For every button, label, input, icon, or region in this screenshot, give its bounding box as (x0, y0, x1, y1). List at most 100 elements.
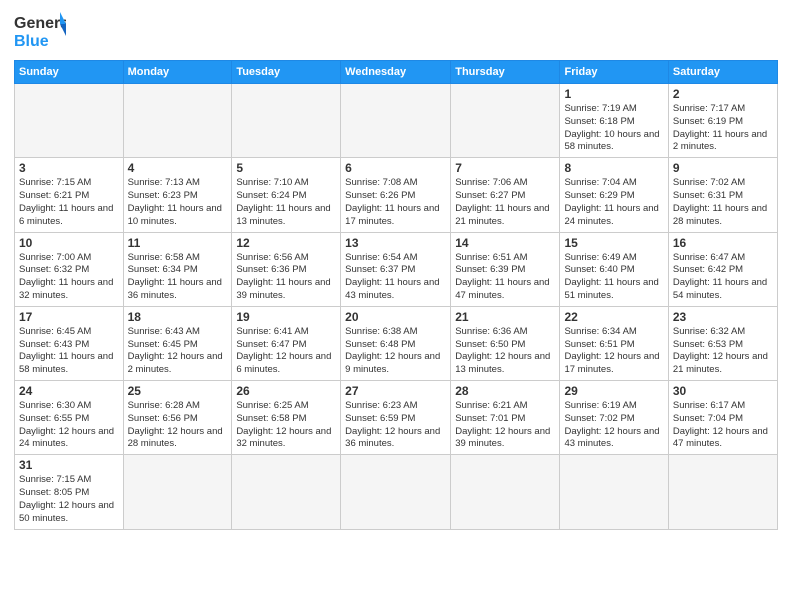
day-number: 1 (564, 87, 663, 101)
day-number: 11 (128, 236, 228, 250)
calendar-cell: 2 Sunrise: 7:17 AM Sunset: 6:19 PM Daylig… (668, 84, 777, 158)
day-info: Sunrise: 7:02 AM Sunset: 6:31 PM Dayligh… (673, 177, 773, 228)
day-number: 12 (236, 236, 336, 250)
day-info: Sunrise: 7:13 AM Sunset: 6:23 PM Dayligh… (128, 177, 228, 228)
day-info: Sunrise: 6:28 AM Sunset: 6:56 PM Dayligh… (128, 400, 228, 451)
day-number: 7 (455, 161, 555, 175)
logo-svg: General Blue (14, 10, 66, 54)
week-row-3: 10Sunrise: 7:00 AM Sunset: 6:32 PM Dayli… (15, 232, 778, 306)
day-info: Sunrise: 6:43 AM Sunset: 6:45 PM Dayligh… (128, 326, 228, 377)
week-row-4: 17 Sunrise: 6:45 AM Sunset: 6:43 PM Dayli… (15, 306, 778, 380)
calendar-cell (123, 455, 232, 529)
calendar-cell: 26Sunrise: 6:25 AM Sunset: 6:58 PM Dayli… (232, 381, 341, 455)
day-info: Sunrise: 7:04 AM Sunset: 6:29 PM Dayligh… (564, 177, 663, 228)
day-number: 29 (564, 384, 663, 398)
day-info: Sunrise: 6:38 AM Sunset: 6:48 PM Dayligh… (345, 326, 446, 377)
day-number: 27 (345, 384, 446, 398)
day-info: Sunrise: 6:56 AM Sunset: 6:36 PM Dayligh… (236, 252, 336, 303)
calendar-cell (451, 455, 560, 529)
calendar-cell: 25 Sunrise: 6:28 AM Sunset: 6:56 PM Dayli… (123, 381, 232, 455)
day-info: Sunrise: 7:08 AM Sunset: 6:26 PM Dayligh… (345, 177, 446, 228)
week-row-5: 24Sunrise: 6:30 AM Sunset: 6:55 PM Dayli… (15, 381, 778, 455)
day-number: 21 (455, 310, 555, 324)
calendar-cell (560, 455, 668, 529)
weekday-header-thursday: Thursday (451, 61, 560, 84)
day-info: Sunrise: 6:30 AM Sunset: 6:55 PM Dayligh… (19, 400, 119, 451)
day-number: 15 (564, 236, 663, 250)
day-info: Sunrise: 7:00 AM Sunset: 6:32 PM Dayligh… (19, 252, 119, 303)
calendar-cell: 24Sunrise: 6:30 AM Sunset: 6:55 PM Dayli… (15, 381, 124, 455)
day-info: Sunrise: 7:15 AM Sunset: 8:05 PM Dayligh… (19, 474, 119, 525)
day-info: Sunrise: 6:25 AM Sunset: 6:58 PM Dayligh… (236, 400, 336, 451)
day-info: Sunrise: 6:36 AM Sunset: 6:50 PM Dayligh… (455, 326, 555, 377)
day-info: Sunrise: 6:19 AM Sunset: 7:02 PM Dayligh… (564, 400, 663, 451)
weekday-header-tuesday: Tuesday (232, 61, 341, 84)
calendar-cell (123, 84, 232, 158)
day-info: Sunrise: 6:23 AM Sunset: 6:59 PM Dayligh… (345, 400, 446, 451)
calendar-cell (15, 84, 124, 158)
weekday-header-friday: Friday (560, 61, 668, 84)
calendar-cell: 31 Sunrise: 7:15 AM Sunset: 8:05 PM Dayli… (15, 455, 124, 529)
day-info: Sunrise: 7:10 AM Sunset: 6:24 PM Dayligh… (236, 177, 336, 228)
calendar-cell: 19Sunrise: 6:41 AM Sunset: 6:47 PM Dayli… (232, 306, 341, 380)
weekday-header-wednesday: Wednesday (341, 61, 451, 84)
calendar-cell (232, 84, 341, 158)
day-number: 20 (345, 310, 446, 324)
calendar-cell: 15 Sunrise: 6:49 AM Sunset: 6:40 PM Dayli… (560, 232, 668, 306)
day-number: 30 (673, 384, 773, 398)
day-number: 14 (455, 236, 555, 250)
day-number: 16 (673, 236, 773, 250)
day-number: 17 (19, 310, 119, 324)
calendar-table: SundayMondayTuesdayWednesdayThursdayFrid… (14, 60, 778, 530)
calendar-cell: 21 Sunrise: 6:36 AM Sunset: 6:50 PM Dayli… (451, 306, 560, 380)
day-number: 28 (455, 384, 555, 398)
calendar-cell: 22 Sunrise: 6:34 AM Sunset: 6:51 PM Dayli… (560, 306, 668, 380)
calendar-cell: 30 Sunrise: 6:17 AM Sunset: 7:04 PM Dayli… (668, 381, 777, 455)
calendar-cell: 12 Sunrise: 6:56 AM Sunset: 6:36 PM Dayli… (232, 232, 341, 306)
calendar-cell (232, 455, 341, 529)
day-info: Sunrise: 7:19 AM Sunset: 6:18 PM Dayligh… (564, 103, 663, 154)
calendar-cell: 5 Sunrise: 7:10 AM Sunset: 6:24 PM Daylig… (232, 158, 341, 232)
page: General Blue SundayMondayTuesdayWednesda… (0, 0, 792, 612)
day-info: Sunrise: 7:17 AM Sunset: 6:19 PM Dayligh… (673, 103, 773, 154)
calendar-cell: 29 Sunrise: 6:19 AM Sunset: 7:02 PM Dayli… (560, 381, 668, 455)
calendar-cell: 14Sunrise: 6:51 AM Sunset: 6:39 PM Dayli… (451, 232, 560, 306)
day-number: 8 (564, 161, 663, 175)
day-info: Sunrise: 6:41 AM Sunset: 6:47 PM Dayligh… (236, 326, 336, 377)
calendar-cell: 8 Sunrise: 7:04 AM Sunset: 6:29 PM Daylig… (560, 158, 668, 232)
day-number: 5 (236, 161, 336, 175)
day-number: 13 (345, 236, 446, 250)
day-info: Sunrise: 6:21 AM Sunset: 7:01 PM Dayligh… (455, 400, 555, 451)
day-info: Sunrise: 6:49 AM Sunset: 6:40 PM Dayligh… (564, 252, 663, 303)
day-number: 22 (564, 310, 663, 324)
day-number: 4 (128, 161, 228, 175)
calendar-cell: 23Sunrise: 6:32 AM Sunset: 6:53 PM Dayli… (668, 306, 777, 380)
calendar-cell (451, 84, 560, 158)
calendar-cell (668, 455, 777, 529)
svg-text:Blue: Blue (14, 33, 49, 50)
day-info: Sunrise: 7:06 AM Sunset: 6:27 PM Dayligh… (455, 177, 555, 228)
calendar-cell: 7 Sunrise: 7:06 AM Sunset: 6:27 PM Daylig… (451, 158, 560, 232)
day-info: Sunrise: 6:17 AM Sunset: 7:04 PM Dayligh… (673, 400, 773, 451)
day-number: 31 (19, 458, 119, 472)
day-info: Sunrise: 6:45 AM Sunset: 6:43 PM Dayligh… (19, 326, 119, 377)
day-info: Sunrise: 7:15 AM Sunset: 6:21 PM Dayligh… (19, 177, 119, 228)
calendar-cell: 18Sunrise: 6:43 AM Sunset: 6:45 PM Dayli… (123, 306, 232, 380)
day-number: 3 (19, 161, 119, 175)
calendar-cell (341, 455, 451, 529)
week-row-6: 31 Sunrise: 7:15 AM Sunset: 8:05 PM Dayli… (15, 455, 778, 529)
calendar-cell: 27 Sunrise: 6:23 AM Sunset: 6:59 PM Dayli… (341, 381, 451, 455)
calendar-cell: 3 Sunrise: 7:15 AM Sunset: 6:21 PM Daylig… (15, 158, 124, 232)
calendar-cell: 20 Sunrise: 6:38 AM Sunset: 6:48 PM Dayli… (341, 306, 451, 380)
svg-text:General: General (14, 15, 66, 32)
day-info: Sunrise: 6:34 AM Sunset: 6:51 PM Dayligh… (564, 326, 663, 377)
calendar-cell: 6Sunrise: 7:08 AM Sunset: 6:26 PM Daylig… (341, 158, 451, 232)
calendar-cell: 28 Sunrise: 6:21 AM Sunset: 7:01 PM Dayli… (451, 381, 560, 455)
day-number: 25 (128, 384, 228, 398)
week-row-2: 3 Sunrise: 7:15 AM Sunset: 6:21 PM Daylig… (15, 158, 778, 232)
day-number: 9 (673, 161, 773, 175)
day-info: Sunrise: 6:47 AM Sunset: 6:42 PM Dayligh… (673, 252, 773, 303)
logo: General Blue (14, 10, 66, 54)
day-info: Sunrise: 6:54 AM Sunset: 6:37 PM Dayligh… (345, 252, 446, 303)
day-number: 2 (673, 87, 773, 101)
